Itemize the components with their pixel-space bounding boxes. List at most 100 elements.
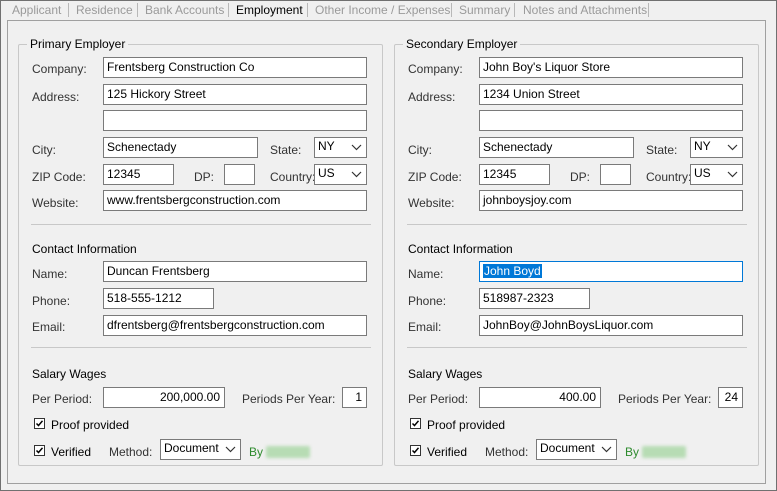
primary-address-line1-field[interactable]: 125 Hickory Street [103,84,367,105]
verified-label[interactable]: Verified [427,445,467,459]
primary-state-dropdown[interactable]: NY [314,137,367,158]
country-label: Country: [646,170,692,184]
zip-label: ZIP Code: [408,170,462,184]
secondary-dp-field[interactable] [600,164,631,185]
redacted-verifier-name [266,446,310,458]
secondary-employer-title: Secondary Employer [403,37,521,51]
primary-country-value: US [318,166,335,180]
secondary-periods-per-year-field[interactable]: 24 [718,387,743,408]
secondary-city-field[interactable]: Schenectady [479,137,634,158]
salary-wages-header: Salary Wages [408,367,483,381]
chevron-down-icon [727,144,738,151]
phone-label: Phone: [32,294,71,308]
secondary-proof-provided-checkbox[interactable] [410,418,421,429]
company-label: Company: [32,62,87,76]
secondary-address-line1-field[interactable]: 1234 Union Street [479,84,743,105]
primary-email-field[interactable]: dfrentsberg@frentsbergconstruction.com [103,315,367,336]
tab-residence-label: Residence [76,3,133,17]
primary-website-field[interactable]: www.frentsbergconstruction.com [103,190,367,211]
tab-separator [648,3,649,17]
primary-per-period-field[interactable]: 200,000.00 [103,387,225,408]
section-divider [31,224,371,225]
section-divider [31,347,371,348]
tab-separator [137,3,138,17]
section-divider [407,224,747,225]
secondary-company-field[interactable]: John Boy's Liquor Store [479,57,743,78]
secondary-state-value: NY [694,139,711,153]
address-label: Address: [408,90,456,104]
primary-periods-per-year-field[interactable]: 1 [342,387,367,408]
primary-state-value: NY [318,139,335,153]
email-label: Email: [408,320,442,334]
method-label: Method: [109,445,153,459]
dp-label: DP: [194,170,215,184]
tab-other-income-expenses[interactable]: Other Income / Expenses [315,3,450,19]
secondary-employer-group: Secondary Employer Company: John Boy's L… [394,37,759,466]
periods-per-year-label: Periods Per Year: [242,392,336,406]
proof-provided-label[interactable]: Proof provided [427,418,505,432]
primary-phone-field[interactable]: 518-555-1212 [103,288,214,309]
secondary-method-value: Document [540,441,595,455]
secondary-zip-field[interactable]: 12345 [479,164,550,185]
secondary-country-dropdown[interactable]: US [690,164,743,185]
primary-city-field[interactable]: Schenectady [103,137,258,158]
verified-label[interactable]: Verified [51,445,91,459]
secondary-website-field[interactable]: johnboysjoy.com [479,190,743,211]
per-period-label: Per Period: [32,392,93,406]
primary-dp-field[interactable] [224,164,255,185]
secondary-address-line2-field[interactable] [479,110,743,131]
contact-info-header: Contact Information [32,242,137,256]
primary-verified-checkbox[interactable] [34,445,45,456]
checkmark-icon [411,420,420,427]
redacted-verifier-name [642,446,686,458]
per-period-label: Per Period: [408,392,469,406]
proof-provided-label[interactable]: Proof provided [51,418,129,432]
chevron-down-icon [225,446,236,453]
tab-applicant[interactable]: Applicant [12,3,61,19]
primary-contact-name-field[interactable]: Duncan Frentsberg [103,261,367,282]
tab-notes-label: Notes and Attachments [523,3,648,17]
primary-proof-provided-checkbox[interactable] [34,418,45,429]
address-label: Address: [32,90,80,104]
secondary-method-dropdown[interactable]: Document [536,439,617,460]
secondary-phone-field[interactable]: 518987-2323 [479,288,590,309]
chevron-down-icon [727,171,738,178]
employment-tab-panel: Primary Employer Company: Frentsberg Con… [7,20,766,484]
checkmark-icon [411,447,420,454]
website-label: Website: [408,196,455,210]
chevron-down-icon [351,144,362,151]
primary-company-field[interactable]: Frentsberg Construction Co [103,57,367,78]
primary-method-dropdown[interactable]: Document [160,439,241,460]
secondary-per-period-field[interactable]: 400.00 [479,387,601,408]
chevron-down-icon [351,171,362,178]
tab-summary-label: Summary [459,3,511,17]
tab-residence[interactable]: Residence [76,3,133,19]
state-label: State: [646,143,678,157]
company-label: Company: [408,62,463,76]
email-label: Email: [32,320,66,334]
primary-country-dropdown[interactable]: US [314,164,367,185]
verified-by-label: By [249,445,264,459]
periods-per-year-label: Periods Per Year: [618,392,712,406]
tab-separator [307,3,308,17]
selected-text: John Boyd [483,264,542,278]
secondary-verified-checkbox[interactable] [410,445,421,456]
secondary-email-field[interactable]: JohnBoy@JohnBoysLiquor.com [479,315,743,336]
tab-separator [451,3,452,17]
tab-employment[interactable]: Employment [236,3,303,19]
dp-label: DP: [570,170,591,184]
phone-label: Phone: [408,294,447,308]
checkmark-icon [35,420,44,427]
secondary-contact-name-field[interactable]: John Boyd [479,261,743,282]
tab-strip: Applicant Residence Bank Accounts Employ… [1,1,776,20]
tab-summary[interactable]: Summary [459,3,510,19]
primary-method-value: Document [164,441,219,455]
employment-window: Applicant Residence Bank Accounts Employ… [0,0,777,491]
primary-zip-field[interactable]: 12345 [103,164,174,185]
primary-employer-group: Primary Employer Company: Frentsberg Con… [18,37,383,466]
tab-applicant-label: Applicant [12,3,62,17]
tab-bank-accounts[interactable]: Bank Accounts [145,3,224,19]
primary-address-line2-field[interactable] [103,110,367,131]
tab-notes-and-attachments[interactable]: Notes and Attachments [523,3,647,19]
secondary-state-dropdown[interactable]: NY [690,137,743,158]
